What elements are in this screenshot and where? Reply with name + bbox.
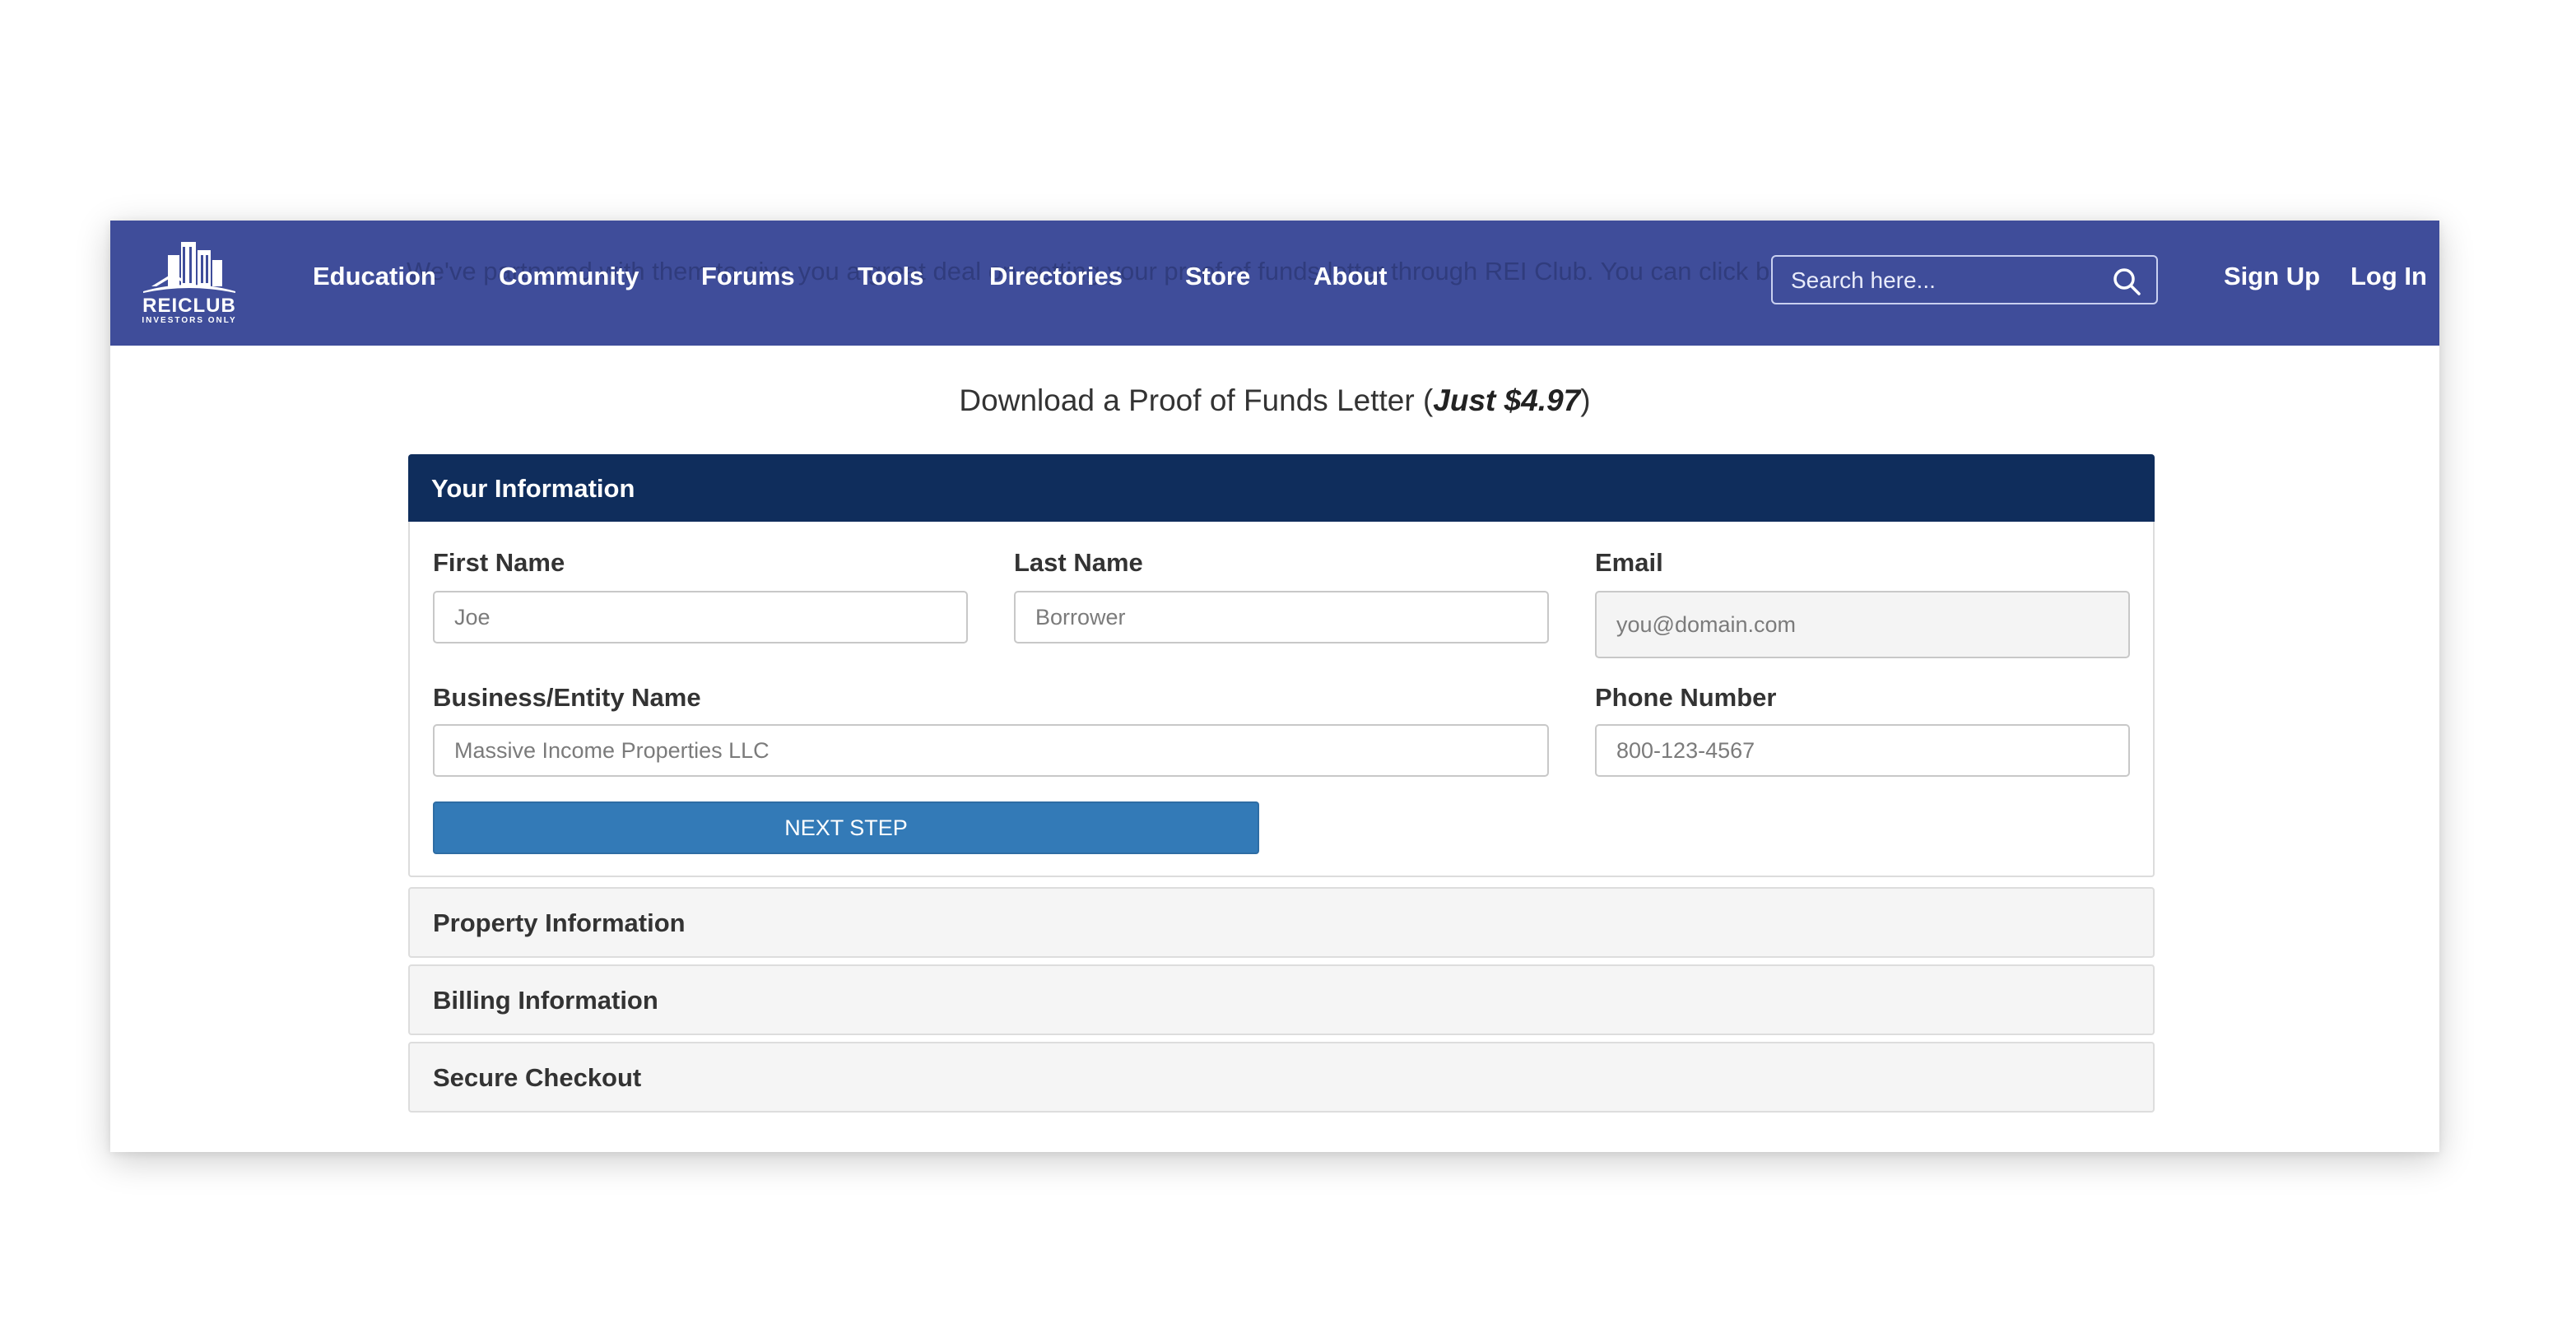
your-information-title: Your Information bbox=[431, 474, 635, 503]
last-name-input[interactable] bbox=[1014, 591, 1549, 643]
log-in-link[interactable]: Log In bbox=[2350, 262, 2427, 291]
phone-number-label: Phone Number bbox=[1595, 683, 1777, 712]
secure-checkout-section[interactable]: Secure Checkout bbox=[408, 1042, 2155, 1113]
business-name-input[interactable] bbox=[433, 724, 1549, 777]
property-information-title: Property Information bbox=[433, 908, 686, 937]
nav-directories[interactable]: Directories bbox=[989, 262, 1123, 291]
top-navbar: We've partnered with them to give you a … bbox=[110, 221, 2439, 346]
page-title-suffix: ) bbox=[1580, 383, 1591, 417]
your-information-header[interactable]: Your Information bbox=[408, 454, 2155, 522]
phone-number-input[interactable] bbox=[1595, 724, 2130, 777]
first-name-input[interactable] bbox=[433, 591, 968, 643]
browser-window: We've partnered with them to give you a … bbox=[110, 221, 2439, 1152]
page-title-price: Just $4.97 bbox=[1433, 383, 1581, 417]
logo-tagline: INVESTORS ONLY bbox=[142, 316, 237, 325]
sign-up-link[interactable]: Sign Up bbox=[2224, 262, 2320, 291]
search-input[interactable] bbox=[1789, 263, 2105, 298]
first-name-label: First Name bbox=[433, 548, 565, 577]
nav-forums[interactable]: Forums bbox=[701, 262, 795, 291]
page-title: Download a Proof of Funds Letter (Just $… bbox=[110, 383, 2439, 418]
billing-information-title: Billing Information bbox=[433, 986, 658, 1015]
nav-about[interactable]: About bbox=[1314, 262, 1388, 291]
nav-store[interactable]: Store bbox=[1185, 262, 1250, 291]
reiclub-logo[interactable]: REICLUB INVESTORS ONLY bbox=[132, 237, 247, 329]
nav-community[interactable]: Community bbox=[499, 262, 639, 291]
logo-wordmark: REICLUB bbox=[142, 295, 236, 317]
email-label: Email bbox=[1595, 548, 1663, 577]
page-title-prefix: Download a Proof of Funds Letter ( bbox=[959, 383, 1434, 417]
secure-checkout-title: Secure Checkout bbox=[433, 1063, 642, 1092]
search-box bbox=[1771, 255, 2158, 304]
search-icon[interactable] bbox=[2112, 267, 2141, 296]
property-information-section[interactable]: Property Information bbox=[408, 887, 2155, 958]
billing-information-section[interactable]: Billing Information bbox=[408, 964, 2155, 1035]
last-name-label: Last Name bbox=[1014, 548, 1143, 577]
next-step-button[interactable]: NEXT STEP bbox=[433, 801, 1259, 854]
nav-tools[interactable]: Tools bbox=[858, 262, 923, 291]
business-name-label: Business/Entity Name bbox=[433, 683, 701, 712]
nav-education[interactable]: Education bbox=[313, 262, 436, 291]
email-input[interactable] bbox=[1595, 591, 2130, 658]
